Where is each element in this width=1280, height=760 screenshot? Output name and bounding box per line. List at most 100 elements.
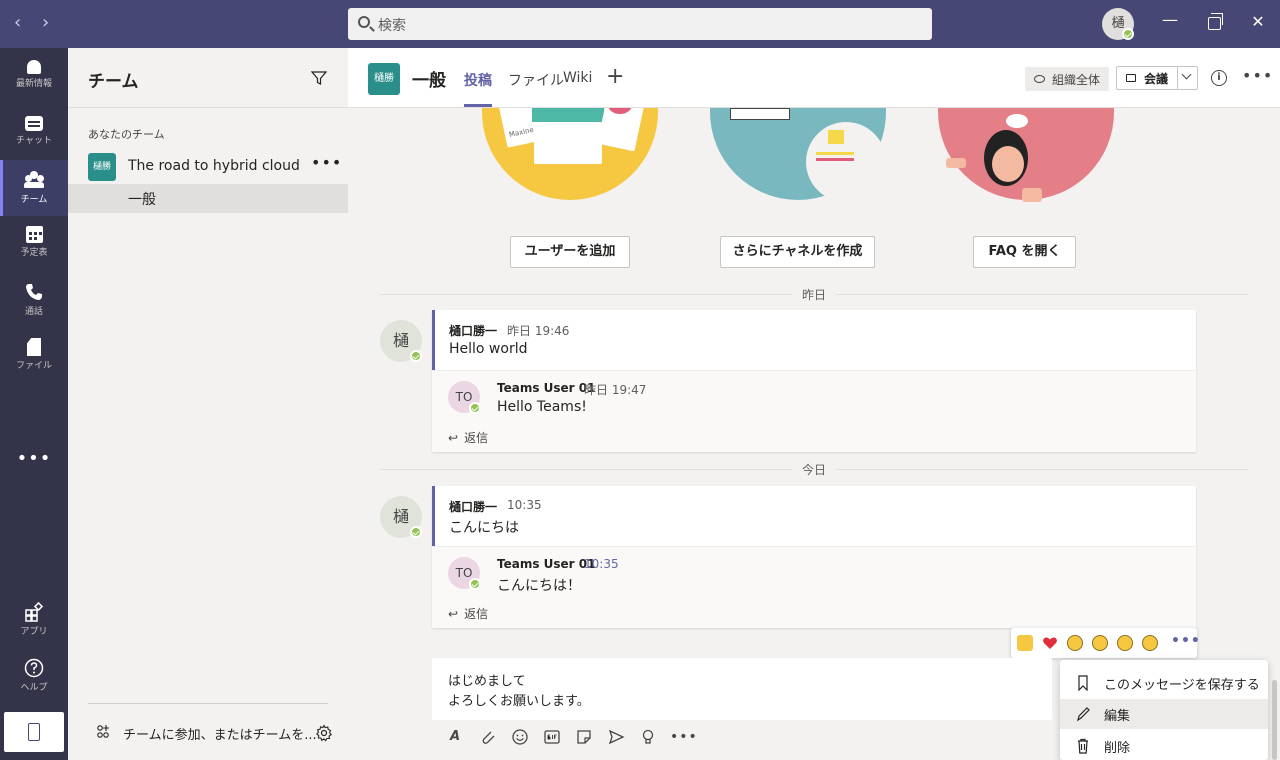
- menu-item-label: このメッセージを保存する: [1104, 678, 1260, 693]
- compose-box[interactable]: はじめまして よろしくお願いします。: [432, 658, 1052, 720]
- message-card[interactable]: 樋口勝一 昨日 19:46 Hello world TO Teams User …: [432, 310, 1196, 452]
- search-input[interactable]: 検索: [348, 8, 932, 40]
- message-time: 10:35: [507, 498, 542, 512]
- attach-icon[interactable]: [479, 728, 497, 746]
- surprised-reaction-icon[interactable]: [1092, 635, 1108, 651]
- split-divider: [1177, 67, 1178, 89]
- team-item[interactable]: 樋勝 The road to hybrid cloud •••: [68, 151, 348, 183]
- more-options-button[interactable]: •••: [1171, 633, 1201, 649]
- user-avatar[interactable]: 樋: [1102, 8, 1134, 40]
- praise-icon[interactable]: [639, 728, 657, 746]
- mobile-app-button[interactable]: [4, 712, 64, 752]
- reply-section: TO Teams User 01 昨日 19:47 Hello Teams! ↩…: [432, 370, 1196, 452]
- compose-text-line: よろしくお願いします。: [448, 694, 590, 709]
- angry-reaction-icon[interactable]: [1142, 635, 1158, 651]
- like-reaction-icon[interactable]: [1017, 635, 1033, 651]
- avatar[interactable]: 樋: [380, 496, 422, 538]
- reply-avatar[interactable]: TO: [448, 381, 481, 414]
- more-compose-options-icon[interactable]: •••: [670, 728, 697, 746]
- rail-label: ファイル: [15, 361, 52, 371]
- channel-name: 一般: [128, 192, 156, 208]
- message-body: こんにちは: [449, 520, 519, 536]
- join-team-link[interactable]: チームに参加、またはチームを...: [123, 724, 317, 743]
- meet-label: 会議: [1144, 72, 1169, 86]
- rail-item-chat[interactable]: チャット: [0, 104, 68, 160]
- reply-label: 返信: [464, 431, 489, 445]
- unread-indicator: [432, 310, 435, 370]
- rail-label: 最新情報: [15, 79, 52, 89]
- date-label: 今日: [792, 461, 837, 478]
- gif-icon[interactable]: [543, 728, 561, 746]
- rail-item-activity[interactable]: 最新情報: [0, 48, 68, 104]
- forward-button[interactable]: ›: [42, 12, 49, 33]
- message-card[interactable]: 樋口勝一 10:35 こんにちは TO Teams User 01 10:35 …: [432, 486, 1196, 628]
- back-button[interactable]: ‹: [14, 12, 21, 33]
- eye-icon: [1034, 75, 1045, 83]
- avatar-initial: TO: [455, 566, 473, 580]
- bell-icon: [27, 60, 41, 74]
- rail-item-help[interactable]: ヘルプ: [0, 648, 68, 704]
- reply-avatar[interactable]: TO: [448, 557, 481, 590]
- create-channel-button[interactable]: さらにチャネルを作成: [720, 236, 875, 268]
- reply-button[interactable]: ↩ 返信: [448, 429, 488, 446]
- team-more-button[interactable]: •••: [311, 153, 342, 172]
- menu-item-delete[interactable]: 削除: [1060, 731, 1268, 760]
- format-icon[interactable]: A: [446, 728, 464, 746]
- rail-label: アプリ: [20, 627, 48, 637]
- org-wide-badge[interactable]: 組織全体: [1025, 67, 1109, 91]
- message-author: 樋口勝一: [449, 500, 498, 514]
- avatar[interactable]: 樋: [380, 320, 422, 362]
- panel-title: チーム: [88, 72, 139, 92]
- illustration-channels: [708, 108, 888, 202]
- app-rail: 最新情報 チャット チーム 予定表 通話 ファイル ••• アプリ ヘルプ: [0, 48, 68, 760]
- scrollbar[interactable]: [1272, 680, 1277, 760]
- presence-available-icon: [410, 350, 422, 362]
- rail-item-apps[interactable]: アプリ: [0, 592, 68, 648]
- illustration-add-users: Maxine: [480, 108, 660, 202]
- presence-available-icon: [469, 578, 481, 590]
- calendar-icon: [25, 226, 43, 243]
- add-users-button[interactable]: ユーザーを追加: [510, 236, 630, 268]
- menu-item-save[interactable]: このメッセージを保存する: [1060, 668, 1268, 698]
- channel-item-general[interactable]: 一般: [68, 184, 348, 213]
- rail-item-calendar[interactable]: 予定表: [0, 216, 68, 272]
- tab-posts[interactable]: 投稿: [464, 70, 492, 90]
- rail-item-files[interactable]: ファイル: [0, 328, 68, 384]
- reply-author: Teams User 01: [497, 381, 596, 395]
- trash-icon: [1078, 738, 1088, 754]
- rail-item-calls[interactable]: 通話: [0, 272, 68, 328]
- filter-icon[interactable]: [311, 70, 327, 86]
- reply-button[interactable]: ↩ 返信: [448, 605, 488, 622]
- avatar-initial: 樋: [392, 331, 409, 350]
- menu-item-edit[interactable]: 編集: [1060, 699, 1268, 729]
- gear-icon[interactable]: [315, 724, 333, 742]
- reply-section: TO Teams User 01 10:35 こんにちは！ ↩ 返信: [432, 546, 1196, 628]
- chevron-down-icon[interactable]: [1181, 69, 1192, 80]
- sticker-icon[interactable]: [575, 728, 593, 746]
- meet-button[interactable]: 会議: [1116, 66, 1198, 90]
- open-faq-button[interactable]: FAQ を開く: [973, 236, 1076, 268]
- close-button[interactable]: ✕: [1246, 12, 1270, 31]
- reply-body: Hello Teams!: [497, 399, 587, 415]
- heart-reaction-icon[interactable]: [1042, 635, 1058, 651]
- rail-more-button[interactable]: •••: [0, 448, 68, 469]
- mobile-icon: [28, 723, 40, 741]
- divider: [68, 107, 348, 108]
- rail-item-teams[interactable]: チーム: [0, 160, 68, 216]
- sad-reaction-icon[interactable]: [1117, 635, 1133, 651]
- compose-text-line: はじめまして: [448, 674, 526, 689]
- tab-wiki[interactable]: Wiki: [563, 70, 592, 86]
- presence-available-icon: [1122, 28, 1134, 40]
- message-time: 昨日 19:46: [507, 324, 570, 338]
- add-tab-button[interactable]: +: [606, 64, 624, 89]
- minimize-button[interactable]: —: [1158, 10, 1182, 29]
- reply-body: こんにちは！: [497, 578, 581, 594]
- info-icon[interactable]: i: [1211, 70, 1227, 86]
- tab-files[interactable]: ファイル: [508, 70, 564, 90]
- pencil-icon: [1077, 707, 1090, 722]
- meet-now-icon[interactable]: [607, 728, 625, 746]
- maximize-button[interactable]: [1202, 12, 1226, 34]
- laugh-reaction-icon[interactable]: [1067, 635, 1083, 651]
- more-options-button[interactable]: •••: [1242, 66, 1273, 85]
- emoji-icon[interactable]: [511, 728, 529, 746]
